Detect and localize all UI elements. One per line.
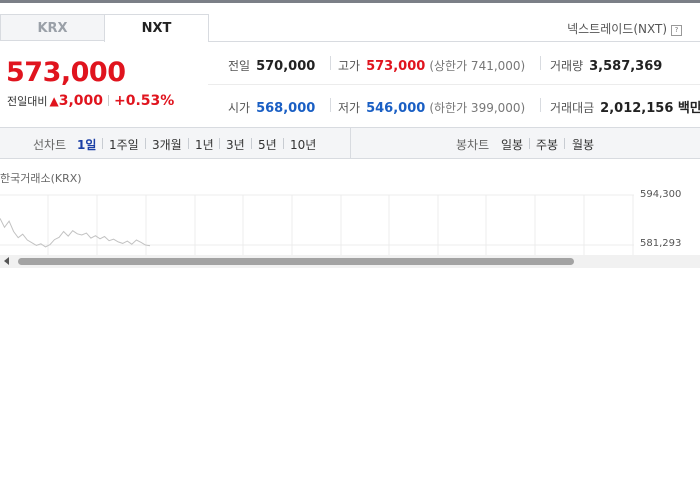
stat-value: 570,000	[256, 59, 316, 74]
stat-value: 568,000	[256, 101, 316, 116]
line-chart-label: 선차트	[33, 138, 67, 152]
period-3m-button[interactable]: 3개월	[152, 136, 182, 153]
change-value: 3,000	[58, 93, 104, 109]
divider	[145, 138, 146, 149]
y-tick-label: 594,300	[640, 189, 682, 200]
tab-nxt[interactable]: NXT	[104, 14, 209, 42]
price-change: 전일대비 ▲3,000 +0.53%	[7, 93, 174, 109]
stat-value: 3,587,369	[589, 59, 663, 74]
stat-value: 573,000	[366, 59, 426, 74]
lower-limit: (하한가 399,000)	[429, 101, 526, 115]
divider	[330, 98, 331, 112]
period-1y-button[interactable]: 1년	[195, 136, 214, 153]
upper-limit: (상한가 741,000)	[429, 59, 526, 73]
candle-monthly-button[interactable]: 월봉	[572, 136, 594, 153]
top-border	[0, 0, 700, 3]
period-1w-button[interactable]: 1주일	[109, 136, 139, 153]
divider	[540, 56, 541, 70]
stat-amount: 거래대금 2,012,156 백만	[550, 97, 700, 116]
stat-prev-close: 전일 570,000	[228, 55, 315, 74]
candle-daily-button[interactable]: 일봉	[501, 136, 523, 153]
divider	[102, 138, 103, 149]
stat-label: 고가	[338, 59, 361, 73]
panel-divider	[350, 128, 351, 158]
candle-chart-label: 봉차트	[456, 138, 490, 152]
price-line-chart	[0, 194, 634, 256]
stat-label: 저가	[338, 101, 361, 115]
period-3y-button[interactable]: 3년	[226, 136, 245, 153]
stat-volume: 거래량 3,587,369	[550, 55, 662, 74]
stat-open: 시가 568,000	[228, 97, 315, 116]
tab-underline	[208, 41, 700, 42]
stat-value: 546,000	[366, 101, 426, 116]
change-label: 전일대비	[7, 95, 48, 108]
row-divider	[208, 84, 700, 85]
period-5y-button[interactable]: 5년	[258, 136, 277, 153]
candle-weekly-button[interactable]: 주봉	[536, 136, 558, 153]
stat-label: 거래량	[550, 59, 584, 73]
scrollbar-thumb[interactable]	[18, 258, 574, 265]
up-arrow-icon: ▲	[49, 94, 59, 108]
tab-krx[interactable]: KRX	[0, 14, 105, 41]
nextrade-link[interactable]: 넥스트레이드(NXT)?	[567, 20, 682, 37]
stat-label: 거래대금	[550, 101, 595, 115]
period-1d-button[interactable]: 1일	[77, 136, 96, 153]
divider	[330, 56, 331, 70]
stat-label: 전일	[228, 59, 251, 73]
series-line	[0, 218, 151, 248]
scroll-left-icon[interactable]	[4, 257, 9, 265]
question-icon[interactable]: ?	[671, 25, 682, 36]
chart-controls: 선차트 1일 1주일 3개월 1년 3년 5년 10년 봉차트 일봉 주봉 월봉	[0, 127, 700, 159]
period-10y-button[interactable]: 10년	[290, 136, 316, 153]
stat-low: 저가 546,000 (하한가 399,000)	[338, 97, 525, 116]
stat-label: 시가	[228, 101, 251, 115]
y-tick-label: 581,293	[640, 238, 682, 249]
current-price: 573,000	[6, 57, 126, 88]
divider	[283, 138, 284, 149]
divider	[251, 138, 252, 149]
divider	[529, 138, 530, 149]
change-percent: +0.53%	[114, 93, 175, 109]
divider	[188, 138, 189, 149]
stat-value: 2,012,156 백만	[600, 101, 700, 116]
stat-high: 고가 573,000 (상한가 741,000)	[338, 55, 525, 74]
divider	[564, 138, 565, 149]
divider	[219, 138, 220, 149]
divider	[108, 95, 110, 106]
nextrade-link-label: 넥스트레이드(NXT)	[567, 22, 667, 36]
divider	[540, 98, 541, 112]
